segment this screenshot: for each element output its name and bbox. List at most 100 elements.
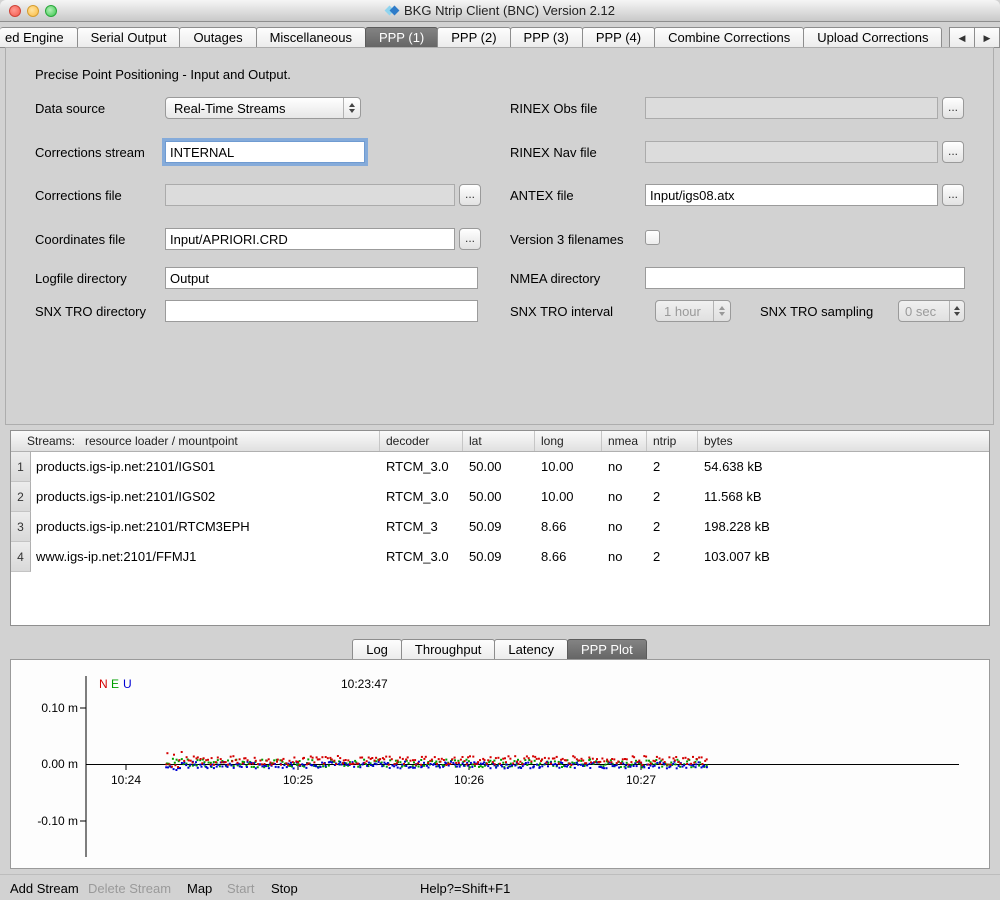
ppp-plot: 0.10 m 0.00 m -0.10 m 10:24 10:25 10:26 … bbox=[11, 660, 989, 868]
main-tab-bar: ed Engine Serial Output Outages Miscella… bbox=[0, 27, 1000, 48]
snx-tro-sampling-spinbox: 0 sec bbox=[898, 300, 965, 322]
zoom-button[interactable] bbox=[45, 5, 57, 17]
statusbar: Add Stream Delete Stream Map Start Stop … bbox=[0, 874, 1000, 900]
rinex-obs-file-label: RINEX Obs file bbox=[510, 101, 597, 116]
cell-long: 10.00 bbox=[535, 452, 602, 482]
legend-n: N bbox=[99, 677, 108, 691]
bnc-logo-icon bbox=[385, 4, 399, 18]
help-button[interactable]: Help?=Shift+F1 bbox=[420, 881, 510, 896]
cell-long: 8.66 bbox=[535, 542, 602, 572]
tab-upload-corrections[interactable]: Upload Corrections bbox=[803, 27, 942, 48]
tab-miscellaneous[interactable]: Miscellaneous bbox=[256, 27, 366, 48]
cell-mountpoint: products.igs-ip.net:2101/IGS01 bbox=[31, 452, 380, 482]
cell-lat: 50.00 bbox=[463, 482, 535, 512]
col-header-nmea[interactable]: nmea bbox=[602, 431, 647, 451]
data-source-value: Real-Time Streams bbox=[174, 101, 343, 116]
minimize-button[interactable] bbox=[27, 5, 39, 17]
rinex-obs-browse-button[interactable]: ... bbox=[942, 97, 964, 119]
tab-throughput[interactable]: Throughput bbox=[401, 639, 496, 660]
table-row[interactable]: 3 products.igs-ip.net:2101/RTCM3EPH RTCM… bbox=[11, 512, 989, 542]
y-tick-label: -0.10 m bbox=[37, 814, 78, 828]
cell-nmea: no bbox=[602, 512, 647, 542]
cell-long: 10.00 bbox=[535, 482, 602, 512]
tab-serial-output[interactable]: Serial Output bbox=[77, 27, 181, 48]
snx-tro-interval-select: 1 hour bbox=[655, 300, 731, 322]
x-tick-label: 10:26 bbox=[454, 773, 484, 787]
ppp-plot-panel: 0.10 m 0.00 m -0.10 m 10:24 10:25 10:26 … bbox=[10, 659, 990, 869]
titlebar: BKG Ntrip Client (BNC) Version 2.12 bbox=[0, 0, 1000, 22]
cell-mountpoint: products.igs-ip.net:2101/RTCM3EPH bbox=[31, 512, 380, 542]
cell-lat: 50.09 bbox=[463, 512, 535, 542]
col-header-bytes[interactable]: bytes bbox=[698, 431, 989, 451]
add-stream-button[interactable]: Add Stream bbox=[10, 881, 79, 896]
tab-combine-corrections[interactable]: Combine Corrections bbox=[654, 27, 804, 48]
tab-ppp-1[interactable]: PPP (1) bbox=[365, 27, 438, 48]
window-title: BKG Ntrip Client (BNC) Version 2.12 bbox=[404, 3, 615, 18]
table-row[interactable]: 4 www.igs-ip.net:2101/FFMJ1 RTCM_3.0 50.… bbox=[11, 542, 989, 572]
map-button[interactable]: Map bbox=[187, 881, 212, 896]
corrections-stream-label: Corrections stream bbox=[35, 145, 145, 160]
rinex-nav-file-input bbox=[645, 141, 938, 163]
version3-filenames-label: Version 3 filenames bbox=[510, 232, 623, 247]
row-number[interactable]: 1 bbox=[11, 452, 31, 482]
coordinates-file-input[interactable] bbox=[165, 228, 455, 250]
corrections-file-browse-button[interactable]: ... bbox=[459, 184, 481, 206]
cell-ntrip: 2 bbox=[647, 512, 698, 542]
nmea-directory-input[interactable] bbox=[645, 267, 965, 289]
tab-ppp-2[interactable]: PPP (2) bbox=[437, 27, 510, 48]
streams-table: Streams: resource loader / mountpoint de… bbox=[10, 430, 990, 626]
rinex-obs-file-input bbox=[645, 97, 938, 119]
tab-latency[interactable]: Latency bbox=[494, 639, 568, 660]
tab-scroll-left-button[interactable]: ◀ bbox=[949, 27, 975, 48]
spinbox-stepper-icon bbox=[949, 301, 964, 321]
stop-button[interactable]: Stop bbox=[271, 881, 298, 896]
antex-file-input[interactable] bbox=[645, 184, 938, 206]
nmea-directory-label: NMEA directory bbox=[510, 271, 600, 286]
data-source-select[interactable]: Real-Time Streams bbox=[165, 97, 361, 119]
cell-ntrip: 2 bbox=[647, 452, 698, 482]
tab-log[interactable]: Log bbox=[352, 639, 402, 660]
cell-bytes: 198.228 kB bbox=[698, 512, 989, 542]
antex-browse-button[interactable]: ... bbox=[942, 184, 964, 206]
col-header-long[interactable]: long bbox=[535, 431, 602, 451]
rinex-nav-browse-button[interactable]: ... bbox=[942, 141, 964, 163]
legend-u: U bbox=[123, 677, 132, 691]
row-number[interactable]: 3 bbox=[11, 512, 31, 542]
tab-outages[interactable]: Outages bbox=[179, 27, 256, 48]
logfile-directory-input[interactable] bbox=[165, 267, 478, 289]
corrections-stream-input[interactable] bbox=[165, 141, 365, 163]
close-button[interactable] bbox=[9, 5, 21, 17]
cell-ntrip: 2 bbox=[647, 542, 698, 572]
snx-tro-interval-value: 1 hour bbox=[664, 304, 713, 319]
x-tick-label: 10:25 bbox=[283, 773, 313, 787]
tab-ppp-4[interactable]: PPP (4) bbox=[582, 27, 655, 48]
tab-ppp-3[interactable]: PPP (3) bbox=[510, 27, 583, 48]
x-tick-label: 10:24 bbox=[111, 773, 141, 787]
tab-scroll-right-button[interactable]: ▶ bbox=[974, 27, 1000, 48]
row-number[interactable]: 4 bbox=[11, 542, 31, 572]
tab-ppp-plot[interactable]: PPP Plot bbox=[567, 639, 647, 660]
combo-arrows-icon bbox=[343, 98, 360, 118]
table-row[interactable]: 1 products.igs-ip.net:2101/IGS01 RTCM_3.… bbox=[11, 452, 989, 482]
row-number[interactable]: 2 bbox=[11, 482, 31, 512]
delete-stream-button: Delete Stream bbox=[88, 881, 171, 896]
col-header-ntrip[interactable]: ntrip bbox=[647, 431, 698, 451]
cell-decoder: RTCM_3.0 bbox=[380, 542, 463, 572]
col-header-lat[interactable]: lat bbox=[463, 431, 535, 451]
data-source-label: Data source bbox=[35, 101, 105, 116]
x-tick-label: 10:27 bbox=[626, 773, 656, 787]
cell-decoder: RTCM_3.0 bbox=[380, 452, 463, 482]
cell-nmea: no bbox=[602, 482, 647, 512]
streams-table-header: Streams: resource loader / mountpoint de… bbox=[11, 431, 989, 452]
tab-feed-engine[interactable]: ed Engine bbox=[0, 27, 78, 48]
snx-tro-interval-label: SNX TRO interval bbox=[510, 304, 613, 319]
combo-arrows-icon bbox=[713, 301, 730, 321]
y-tick-label: 0.10 m bbox=[41, 701, 78, 715]
col-header-decoder[interactable]: decoder bbox=[380, 431, 463, 451]
table-row[interactable]: 2 products.igs-ip.net:2101/IGS02 RTCM_3.… bbox=[11, 482, 989, 512]
version3-checkbox[interactable] bbox=[645, 230, 660, 245]
col-header-mountpoint[interactable]: Streams: resource loader / mountpoint bbox=[11, 431, 380, 451]
cell-decoder: RTCM_3.0 bbox=[380, 482, 463, 512]
coordinates-file-browse-button[interactable]: ... bbox=[459, 228, 481, 250]
snx-tro-directory-input[interactable] bbox=[165, 300, 478, 322]
